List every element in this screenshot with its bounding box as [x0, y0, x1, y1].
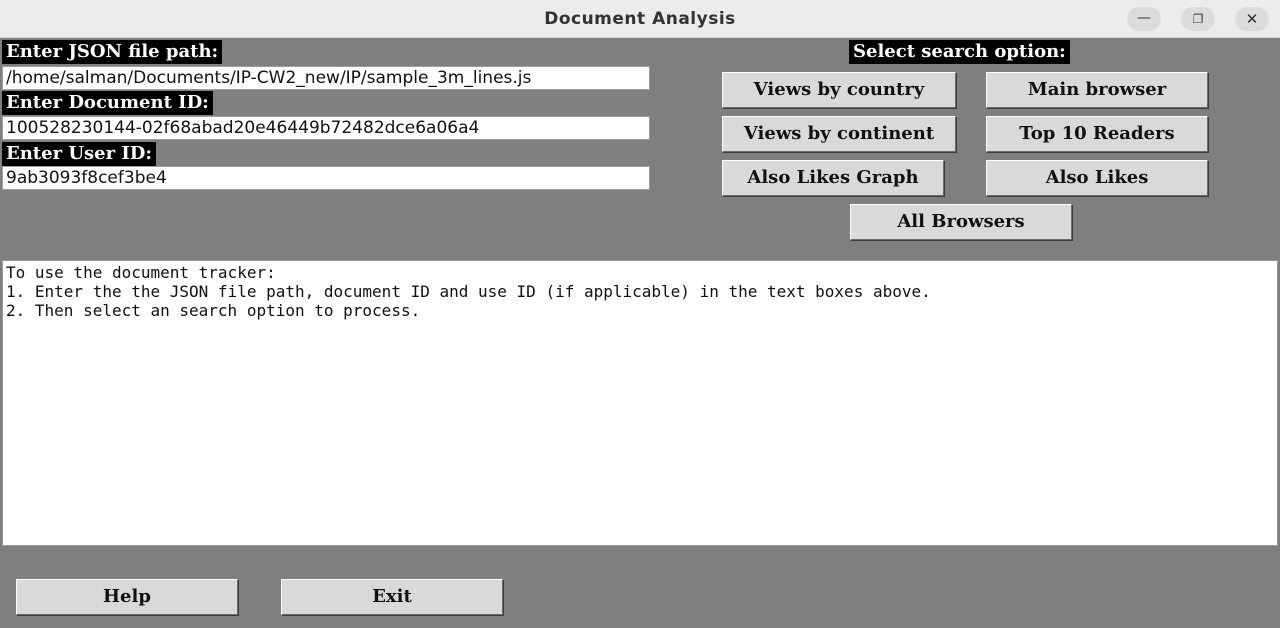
- output-line: 1. Enter the the JSON file path, documen…: [6, 282, 931, 301]
- user-id-label: Enter User ID:: [2, 142, 157, 166]
- also-likes-graph-button[interactable]: Also Likes Graph: [722, 160, 944, 196]
- output-line: To use the document tracker:: [6, 263, 276, 282]
- top-10-readers-button[interactable]: Top 10 Readers: [986, 116, 1208, 152]
- help-button[interactable]: Help: [16, 579, 238, 615]
- user-id-input[interactable]: 9ab3093f8cef3be4: [2, 166, 650, 190]
- close-button[interactable]: ✕: [1235, 7, 1269, 31]
- views-by-country-button[interactable]: Views by country: [722, 72, 956, 108]
- views-by-continent-button[interactable]: Views by continent: [722, 116, 956, 152]
- minimize-button[interactable]: —: [1127, 7, 1161, 31]
- also-likes-button[interactable]: Also Likes: [986, 160, 1208, 196]
- search-option-label: Select search option:: [849, 40, 1070, 64]
- document-id-input[interactable]: 100528230144-02f68abad20e46449b72482dce6…: [2, 116, 650, 140]
- all-browsers-button[interactable]: All Browsers: [850, 204, 1072, 240]
- output-line: 2. Then select an search option to proce…: [6, 301, 421, 320]
- output-textbox[interactable]: To use the document tracker: 1. Enter th…: [2, 260, 1278, 546]
- maximize-button[interactable]: ❐: [1181, 7, 1215, 31]
- close-icon: ✕: [1245, 10, 1259, 28]
- json-path-input[interactable]: /home/salman/Documents/IP-CW2_new/IP/sam…: [2, 66, 650, 90]
- main-browser-button[interactable]: Main browser: [986, 72, 1208, 108]
- document-id-label: Enter Document ID:: [2, 91, 213, 115]
- json-path-label: Enter JSON file path:: [2, 40, 223, 64]
- title-bar: Document Analysis — ❐ ✕: [0, 0, 1280, 38]
- exit-button[interactable]: Exit: [281, 579, 503, 615]
- minimize-icon: —: [1137, 10, 1151, 26]
- maximize-icon: ❐: [1192, 12, 1204, 26]
- window-title: Document Analysis: [544, 9, 736, 29]
